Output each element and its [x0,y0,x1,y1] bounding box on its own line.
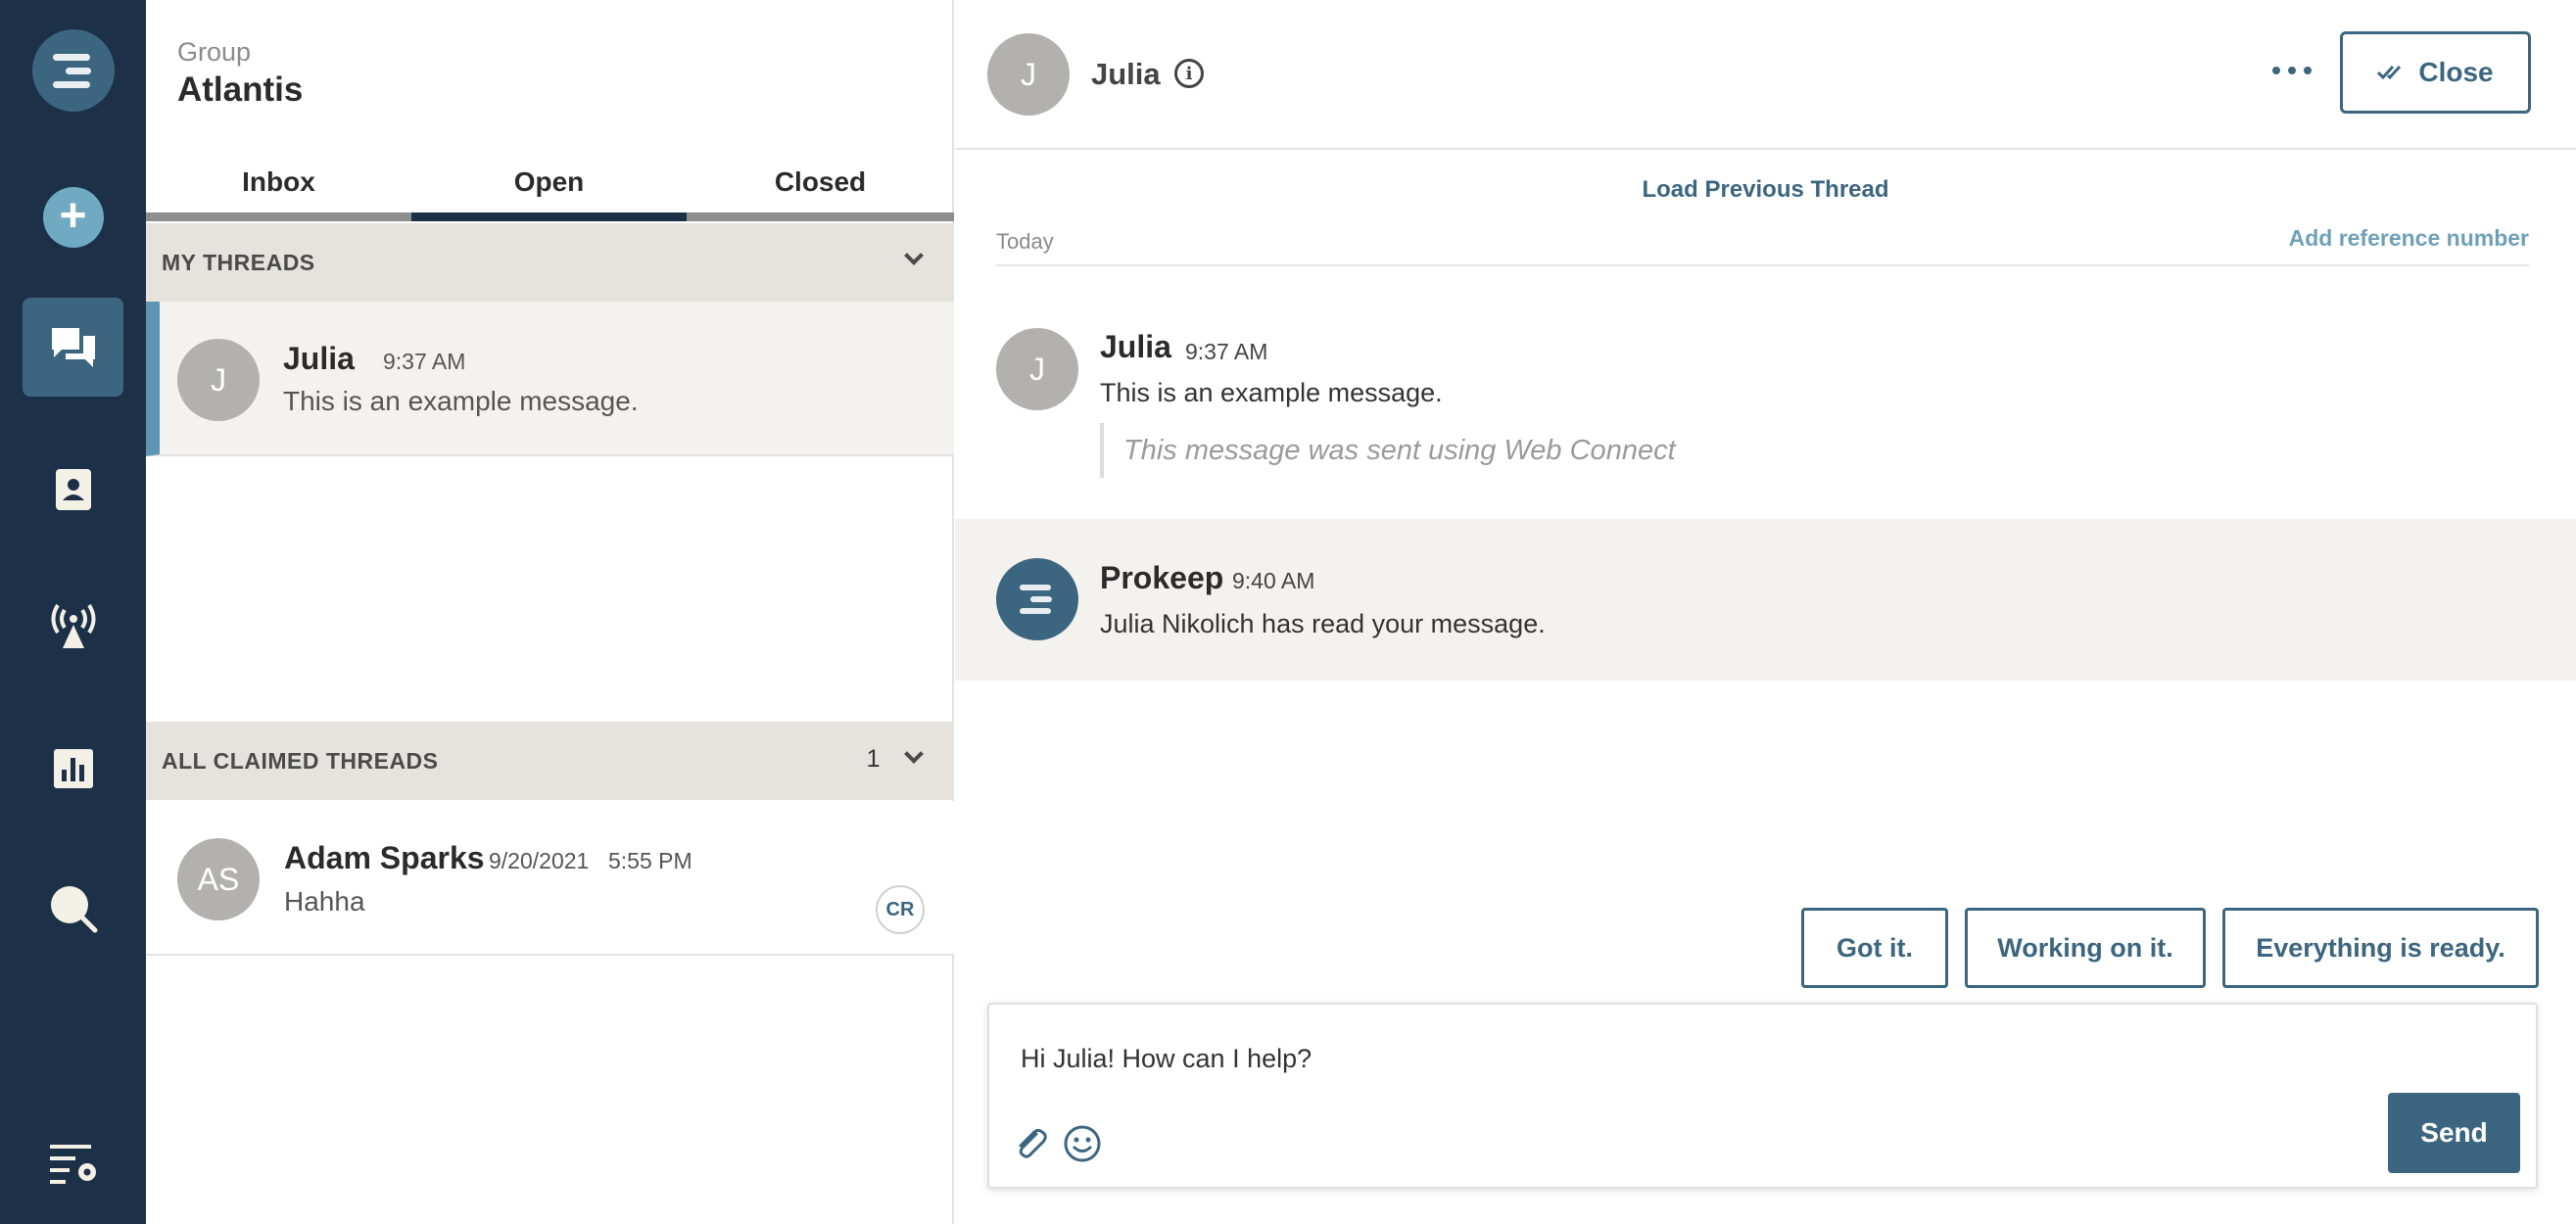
chat-icon [51,327,95,367]
message-input[interactable]: Hi Julia! How can I help? [1021,1044,1312,1074]
more-options-icon[interactable] [2263,61,2321,80]
info-icon[interactable]: i [1174,59,1204,88]
conversation-header: J Julia i Close [955,0,2576,150]
thread-time: 5:55 PM [608,848,692,873]
message-sender: Julia [1100,329,1171,364]
thread-date: 9/20/2021 [489,848,590,873]
claimed-threads-title: ALL CLAIMED THREADS [162,747,439,774]
load-previous-thread-link[interactable]: Load Previous Thread [955,176,2576,204]
send-button[interactable]: Send [2388,1093,2520,1173]
message-channel-note: This message was sent using Web Connect [1100,423,1676,478]
contacts-icon [55,469,91,510]
claimed-threads-header[interactable]: ALL CLAIMED THREADS 1 [146,722,954,800]
message-time: 9:37 AM [1185,339,1268,364]
logo-icon [31,29,115,112]
nav-rail: + [0,0,146,1224]
claimed-threads-count: 1 [866,745,881,773]
day-divider-label: Today [996,229,1054,254]
avatar: J [177,339,260,421]
message-item: Prokeep 9:40 AM Julia Nikolich has read … [955,519,2576,681]
conversation-panel: J Julia i Close Load Previous Thread Tod… [955,0,2576,1224]
thread-tabs: Inbox Open Closed [146,157,954,221]
message-text: Julia Nikolich has read your message. [1100,609,1546,638]
thread-row[interactable]: J Julia 9:37 AM This is an example messa… [146,302,954,456]
my-threads-header[interactable]: MY THREADS [146,223,954,302]
thread-time: 9:37 AM [383,349,466,374]
contact-name[interactable]: Julia [1091,57,1161,92]
message-item: J Julia 9:37 AM This is an example messa… [955,294,2576,490]
settings-icon [49,1145,96,1184]
quick-reply-button[interactable]: Working on it. [1965,908,2206,988]
search-icon [50,886,97,933]
settings-nav-button[interactable] [0,1124,146,1202]
group-name[interactable]: Atlantis [177,71,303,110]
reports-nav-button[interactable] [0,730,146,808]
quick-replies: Got it. Working on it. Everything is rea… [1801,908,2539,988]
group-label: Group [177,37,252,67]
quick-reply-button[interactable]: Everything is ready. [2222,908,2539,988]
tab-inbox[interactable]: Inbox [146,157,411,221]
assignee-badge: CR [876,885,925,934]
broadcast-nav-button[interactable] [0,588,146,666]
chevron-down-icon[interactable] [904,744,924,764]
message-sender: Prokeep [1100,560,1224,595]
search-nav-button[interactable] [0,870,146,948]
add-reference-number-link[interactable]: Add reference number [2289,225,2529,252]
chevron-down-icon[interactable] [904,246,924,265]
my-threads-title: MY THREADS [162,249,315,275]
thread-list-panel: Group Atlantis Inbox Open Closed MY THRE… [146,0,954,1224]
messages-nav-button[interactable] [0,298,146,397]
attachment-icon[interactable] [1011,1124,1050,1163]
quick-reply-button[interactable]: Got it. [1801,908,1948,988]
new-thread-button[interactable]: + [0,183,146,252]
thread-preview: This is an example message. [283,386,639,416]
message-composer[interactable]: Hi Julia! How can I help? Send [987,1003,2538,1189]
close-button-label: Close [2418,57,2494,87]
reports-icon [53,749,93,788]
message-text: This is an example message. [1100,378,1443,407]
avatar: J [996,328,1078,410]
tab-open[interactable]: Open [411,157,687,221]
prokeep-logo-icon [996,558,1078,640]
plus-icon: + [42,187,104,248]
avatar: AS [177,838,260,920]
contacts-nav-button[interactable] [0,450,146,529]
close-thread-button[interactable]: Close [2340,31,2531,114]
broadcast-icon [51,603,95,648]
message-time: 9:40 AM [1232,568,1315,593]
emoji-icon[interactable] [1063,1124,1102,1163]
day-divider [996,264,2529,266]
thread-preview: Hahha [284,886,365,917]
logo-button[interactable] [0,29,146,112]
thread-contact-name: Julia [283,341,355,376]
double-check-icon [2377,65,2402,80]
thread-contact-name: Adam Sparks [284,840,485,875]
thread-row[interactable]: AS Adam Sparks 9/20/2021 5:55 PM Hahha C… [146,801,954,956]
tab-closed[interactable]: Closed [687,157,954,221]
avatar: J [987,33,1070,116]
